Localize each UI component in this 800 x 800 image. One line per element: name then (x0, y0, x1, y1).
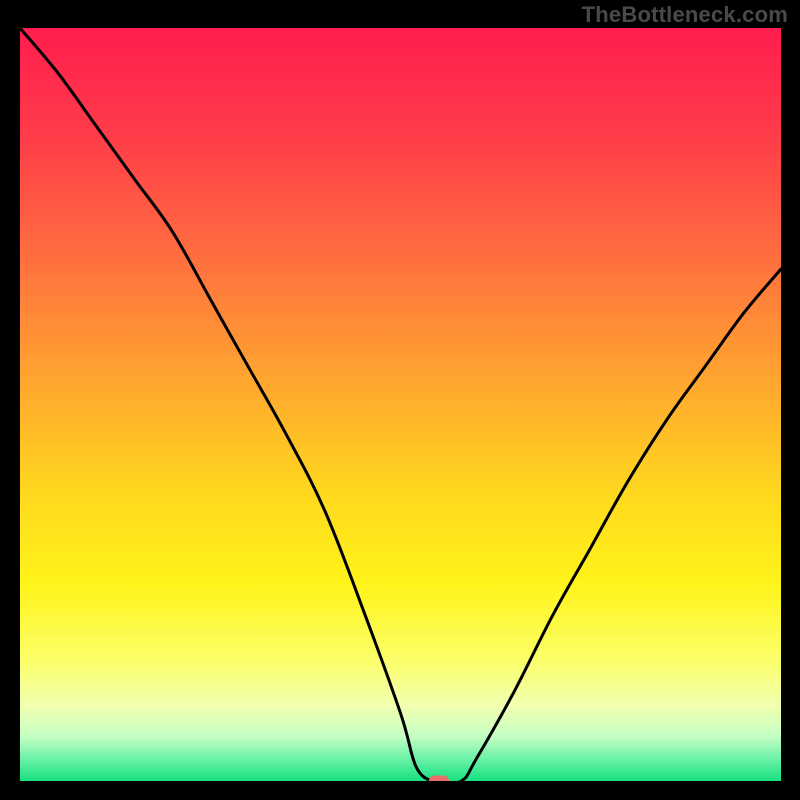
bottleneck-marker (429, 776, 449, 782)
watermark-text: TheBottleneck.com (582, 2, 788, 28)
chart-container: TheBottleneck.com (0, 0, 800, 800)
plot-area (20, 28, 781, 781)
bottleneck-curve (20, 28, 781, 781)
